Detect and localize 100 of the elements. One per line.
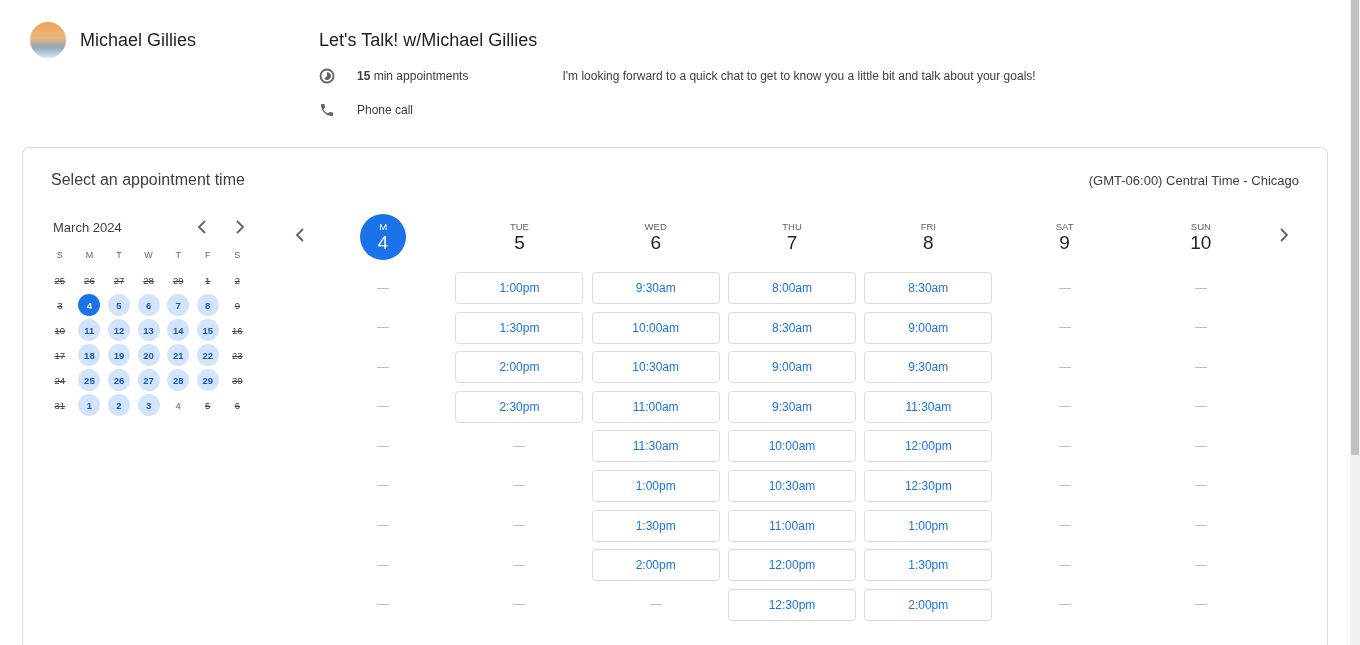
calendar-day[interactable]: 4: [78, 294, 101, 316]
time-slot-button[interactable]: 9:00am: [728, 351, 856, 384]
no-slot-dash: [377, 525, 390, 527]
calendar-day[interactable]: 6: [137, 294, 160, 316]
chevron-right-icon: [1279, 228, 1289, 242]
time-slot-button[interactable]: 12:00pm: [728, 549, 856, 582]
no-slot-dash: [377, 366, 390, 368]
calendar-day[interactable]: 29: [196, 369, 219, 391]
scrollbar[interactable]: [1350, 0, 1360, 645]
no-slot-dash: [1194, 525, 1207, 527]
calendar-day: 3: [48, 294, 71, 316]
time-slot-button[interactable]: 1:00pm: [591, 469, 720, 502]
location-text: Phone call: [357, 103, 414, 117]
no-slot-dash: [649, 604, 662, 606]
calendar-day: 17: [48, 344, 71, 366]
calendar-day[interactable]: 14: [167, 319, 190, 341]
calendar-day[interactable]: 3: [137, 394, 160, 416]
time-slot-button[interactable]: 9:30am: [864, 351, 993, 384]
calendar-day[interactable]: 7: [167, 294, 190, 316]
booking-heading: Select an appointment time: [51, 171, 245, 189]
no-slot-dash: [513, 564, 526, 566]
calendar-day: 24: [48, 369, 71, 391]
calendar-day: 10: [48, 319, 71, 341]
no-slot-dash: [513, 485, 526, 487]
no-slot-dash: [1194, 485, 1207, 487]
no-slot-dash: [1194, 604, 1207, 606]
no-slot-dash: [1058, 287, 1071, 289]
time-slot-button[interactable]: 10:00am: [728, 430, 856, 463]
weekday-label: S: [55, 249, 64, 262]
no-slot-dash: [377, 327, 390, 329]
no-slot-dash: [513, 525, 526, 527]
calendar-day[interactable]: 1: [78, 394, 101, 416]
calendar-day[interactable]: 19: [108, 344, 130, 366]
month-label: March 2024: [53, 219, 123, 235]
calendar-day[interactable]: 12: [108, 319, 130, 341]
time-slot-button[interactable]: 11:00am: [728, 509, 856, 542]
time-slot-button[interactable]: 1:30pm: [864, 549, 993, 582]
time-slot-button[interactable]: 2:30pm: [455, 390, 584, 423]
no-slot-dash: [1194, 564, 1207, 566]
calendar-day: 2: [226, 269, 249, 291]
scrollbar-thumb[interactable]: [1351, 0, 1359, 455]
weekday-label: T: [174, 249, 182, 262]
time-slot-button[interactable]: 9:00am: [864, 311, 993, 344]
timezone-text: (GMT-06:00) Central Time - Chicago: [1088, 172, 1299, 188]
calendar-day[interactable]: 18: [78, 344, 101, 366]
no-slot-dash: [513, 604, 526, 606]
no-slot-dash: [1194, 327, 1207, 329]
calendar-day[interactable]: 13: [137, 319, 160, 341]
calendar-day: 30: [226, 369, 249, 391]
phone-icon: [319, 102, 335, 118]
time-slot-button[interactable]: 11:30am: [864, 390, 993, 423]
no-slot-dash: [1194, 406, 1207, 408]
calendar-day[interactable]: 11: [78, 319, 101, 341]
time-slot-button[interactable]: 11:30am: [591, 430, 720, 463]
calendar-day[interactable]: 28: [167, 369, 190, 391]
time-slot-button[interactable]: 1:00pm: [455, 272, 584, 304]
no-slot-dash: [377, 406, 390, 408]
calendar-day[interactable]: 5: [108, 294, 130, 316]
no-slot-dash: [1058, 406, 1071, 408]
weekday-label: M: [84, 249, 95, 262]
day-header: M 4: [360, 214, 407, 260]
time-slot-button[interactable]: 1:30pm: [591, 509, 720, 542]
time-slot-button[interactable]: 8:00am: [728, 272, 856, 304]
calendar-day[interactable]: 8: [196, 294, 219, 316]
no-slot-dash: [1194, 366, 1207, 368]
time-slot-button[interactable]: 2:00pm: [591, 549, 720, 582]
time-slot-button[interactable]: 12:00pm: [864, 430, 993, 463]
calendar-day[interactable]: 22: [196, 344, 219, 366]
calendar-day[interactable]: 25: [78, 369, 101, 391]
time-slot-button[interactable]: 9:30am: [591, 272, 720, 304]
time-slot-button[interactable]: 2:00pm: [455, 351, 584, 384]
calendar-day[interactable]: 27: [137, 369, 160, 391]
time-slot-button[interactable]: 1:30pm: [455, 311, 584, 344]
no-slot-dash: [377, 604, 390, 606]
calendar-day: 9: [226, 294, 249, 316]
no-slot-dash: [1058, 485, 1071, 487]
time-slot-button[interactable]: 10:00am: [591, 311, 720, 344]
time-slot-button[interactable]: 2:00pm: [864, 588, 993, 621]
calendar-day[interactable]: 20: [137, 344, 160, 366]
time-slot-button[interactable]: 10:30am: [728, 469, 856, 502]
time-slot-button[interactable]: 8:30am: [728, 311, 856, 344]
time-slot-button[interactable]: 12:30pm: [728, 588, 856, 621]
day-header: SAT 9: [1054, 219, 1075, 255]
calendar-day[interactable]: 2: [108, 394, 130, 416]
calendar-day[interactable]: 26: [108, 369, 130, 391]
day-header: TUE 5: [508, 219, 530, 255]
chevron-left-icon: [295, 228, 305, 242]
calendar-day: 28: [137, 269, 160, 291]
weekday-label: T: [115, 249, 123, 262]
calendar-day[interactable]: 15: [196, 319, 219, 341]
time-slot-button[interactable]: 8:30am: [864, 272, 993, 304]
time-slot-button[interactable]: 12:30pm: [864, 469, 993, 502]
time-slot-button[interactable]: 1:00pm: [864, 509, 993, 542]
chevron-left-icon: [197, 220, 207, 234]
time-slot-button[interactable]: 11:00am: [591, 390, 720, 423]
calendar-day[interactable]: 21: [167, 344, 190, 366]
time-slot-button[interactable]: 9:30am: [728, 390, 856, 423]
calendar-day: 23: [226, 344, 249, 366]
time-slot-button[interactable]: 10:30am: [591, 351, 720, 384]
weekday-label: S: [233, 249, 242, 262]
